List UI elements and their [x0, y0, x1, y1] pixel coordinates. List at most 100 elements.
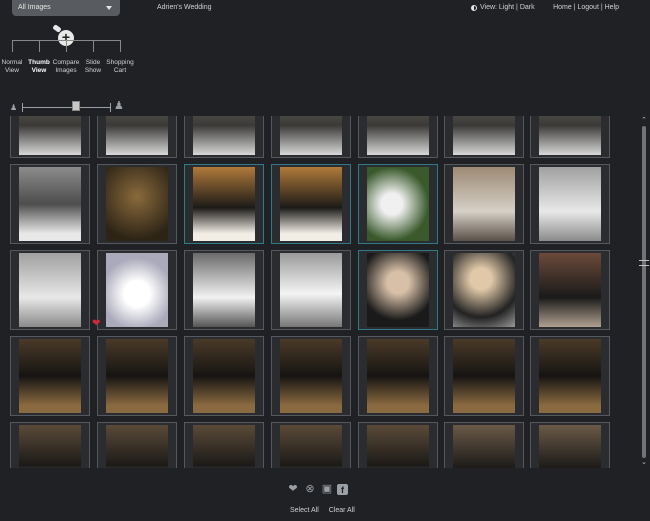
thumbnail[interactable]: [271, 116, 351, 158]
heart-icon[interactable]: ❤: [286, 482, 300, 496]
thumbnail[interactable]: [444, 116, 524, 158]
select-all-link[interactable]: Select All: [290, 507, 319, 514]
thumbnail-photo: [106, 253, 168, 327]
mode-shopping-cart[interactable]: Shopping Cart: [106, 59, 134, 75]
thumbnail-photo: [453, 339, 515, 413]
thumbnail-photo: [193, 339, 255, 413]
thumbnail[interactable]: [444, 164, 524, 244]
bottom-toolbar: ❤ ⊗ ▣ f: [286, 482, 348, 496]
mode-thumb-view[interactable]: Thumb View: [25, 59, 53, 75]
thumbnail-photo: [19, 116, 81, 155]
top-links[interactable]: Home | Logout | Help: [553, 4, 619, 11]
thumbnail-photo: [367, 253, 429, 327]
thumbnail[interactable]: [444, 336, 524, 416]
person-large-icon: ♟: [114, 100, 124, 112]
thumbnail-photo: [453, 425, 515, 468]
thumbnail[interactable]: [530, 336, 610, 416]
person-small-icon: ♟: [10, 103, 18, 112]
thumbnail[interactable]: [10, 164, 90, 244]
thumbnail-photo: [193, 425, 255, 468]
thumbnail-size-slider[interactable]: ♟ ♟: [10, 100, 130, 114]
bottom-links: Select All Clear All: [290, 507, 363, 514]
slider-cap: [110, 103, 111, 112]
thumbnail-photo: [280, 116, 342, 155]
thumbnail[interactable]: [271, 422, 351, 468]
thumbnail-photo: [367, 167, 429, 241]
thumbnail[interactable]: [530, 250, 610, 330]
thumbnail[interactable]: [97, 250, 177, 330]
thumbnail-photo: [453, 253, 515, 327]
thumbnail-photo: [106, 167, 168, 241]
thumbnail[interactable]: [184, 422, 264, 468]
chevron-down-icon: [106, 6, 112, 10]
thumbnail[interactable]: [97, 422, 177, 468]
thumbnail[interactable]: [358, 250, 438, 330]
scrollbar[interactable]: ⌃ ⌄: [638, 116, 650, 468]
mode-tree-branch: [120, 40, 121, 52]
top-bar: All Images Adrien's Wedding View: Light …: [0, 0, 650, 20]
album-select-value: All Images: [18, 4, 51, 11]
mode-tree-branch: [12, 40, 13, 52]
thumbnail-photo: [367, 425, 429, 468]
facebook-icon[interactable]: f: [337, 483, 348, 495]
thumbnail[interactable]: [97, 164, 177, 244]
thumbnail[interactable]: [10, 250, 90, 330]
thumbnail-photo: [367, 339, 429, 413]
thumbnail-photo: [280, 425, 342, 468]
thumbnail-photo: [280, 167, 342, 241]
contrast-icon: [471, 4, 477, 11]
view-toggle-label: View: Light | Dark: [480, 4, 535, 11]
thumbnail[interactable]: [271, 250, 351, 330]
slider-track[interactable]: [22, 107, 110, 108]
thumbnail[interactable]: [10, 336, 90, 416]
scroll-track[interactable]: [642, 126, 646, 458]
thumbnail-photo: [280, 253, 342, 327]
thumbnail[interactable]: [271, 336, 351, 416]
favorite-heart-icon: ❤: [92, 318, 101, 329]
thumbnail-photo: [280, 339, 342, 413]
mode-compare-images[interactable]: Compare Images: [52, 59, 80, 75]
thumbnail[interactable]: [358, 422, 438, 468]
scroll-down-icon[interactable]: ⌄: [639, 458, 649, 468]
album-select[interactable]: All Images: [12, 0, 120, 16]
thumbnail-photo: [19, 167, 81, 241]
mode-slide-show[interactable]: Slide Show: [79, 59, 107, 75]
thumbnail-grid: [10, 116, 628, 468]
thumbnail[interactable]: [358, 116, 438, 158]
close-circle-icon[interactable]: ⊗: [303, 482, 317, 496]
folder-icon[interactable]: ▣: [320, 482, 334, 496]
thumbnail[interactable]: [444, 250, 524, 330]
thumbnail[interactable]: [530, 116, 610, 158]
scroll-up-icon[interactable]: ⌃: [639, 116, 649, 126]
thumbnail[interactable]: [271, 164, 351, 244]
thumbnail[interactable]: [184, 250, 264, 330]
thumbnail[interactable]: [358, 336, 438, 416]
thumbnail[interactable]: [184, 116, 264, 158]
thumbnail[interactable]: [358, 164, 438, 244]
thumbnail-photo: [539, 167, 601, 241]
thumbnail-photo: [539, 425, 601, 468]
thumbnail[interactable]: [444, 422, 524, 468]
thumbnail-photo: [19, 425, 81, 468]
thumbnail-photo: [193, 116, 255, 155]
slider-knob[interactable]: [72, 101, 80, 111]
mode-normal-view[interactable]: Normal View: [0, 59, 26, 75]
scroll-thumb[interactable]: [639, 260, 649, 266]
thumbnail[interactable]: [97, 336, 177, 416]
thumbnail-photo: [106, 339, 168, 413]
thumbnail-photo: [193, 167, 255, 241]
thumbnail[interactable]: [184, 164, 264, 244]
clear-all-link[interactable]: Clear All: [329, 507, 355, 514]
thumbnail-photo: [453, 167, 515, 241]
thumbnail-photo: [106, 425, 168, 468]
thumbnail[interactable]: [530, 164, 610, 244]
thumbnail[interactable]: [10, 422, 90, 468]
thumbnail-photo: [539, 253, 601, 327]
thumbnail[interactable]: [184, 336, 264, 416]
thumbnail[interactable]: [530, 422, 610, 468]
thumbnail[interactable]: [97, 116, 177, 158]
thumbnail-photo: [193, 253, 255, 327]
view-toggle[interactable]: View: Light | Dark: [471, 4, 535, 11]
thumbnail-photo: [453, 116, 515, 155]
thumbnail[interactable]: [10, 116, 90, 158]
